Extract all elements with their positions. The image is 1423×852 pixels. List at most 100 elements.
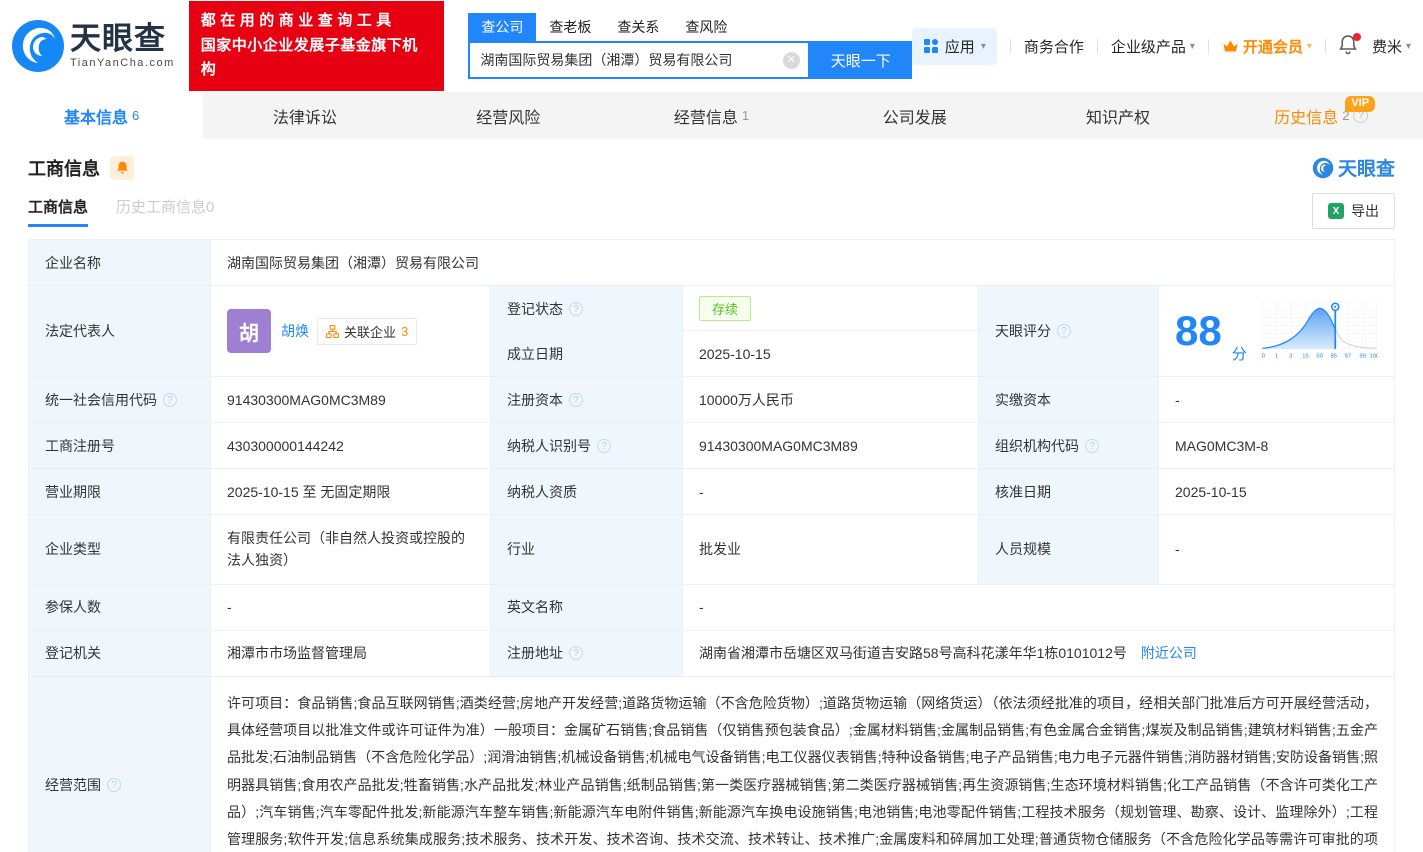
tab-count: 1 — [741, 108, 750, 123]
org-code-label: 组织机构代码? — [979, 423, 1159, 468]
approval-date-value: 2025-10-15 — [1175, 483, 1247, 500]
clear-icon[interactable]: ✕ — [782, 52, 800, 69]
search-tab-boss[interactable]: 查老板 — [536, 13, 604, 41]
taxpayer-quality-label: 纳税人资质 — [491, 469, 683, 514]
export-button[interactable]: X 导出 — [1312, 193, 1395, 229]
insured-value: - — [211, 584, 491, 630]
related-companies-count: 3 — [401, 323, 409, 339]
company-type-value: 有限责任公司（非自然人投资或控股的法人独资） — [211, 515, 491, 584]
related-companies-badge[interactable]: 关联企业 3 — [317, 317, 418, 345]
export-label: 导出 — [1351, 203, 1379, 219]
table-row: 营业期限 2025-10-15 至 无固定期限 纳税人资质 - 核准日期 202… — [29, 469, 1394, 515]
taxpayer-id-label: 纳税人识别号? — [491, 423, 683, 468]
divider — [1207, 38, 1209, 54]
search-area: 查公司 查老板 查关系 查风险 ✕ 天眼一下 — [468, 13, 912, 79]
legal-rep-cell: 胡 胡焕 关联企业 3 — [211, 286, 491, 376]
logo-domain-text: TianYanCha.com — [70, 57, 175, 69]
tianyancha-logo[interactable]: 天眼查 TianYanCha.com — [10, 18, 175, 74]
company-name-value: 湖南国际贸易集团（湘潭）贸易有限公司 — [227, 254, 479, 271]
svg-text:15: 15 — [1302, 354, 1309, 360]
table-row: 登记机关 湘潭市市场监督管理局 注册地址? 湖南省湘潭市岳塘区双马街道吉安路58… — [29, 630, 1394, 677]
divider — [1009, 38, 1011, 54]
notification-bell-icon[interactable] — [1339, 33, 1361, 57]
apps-grid-icon — [923, 39, 938, 53]
question-icon[interactable]: ? — [1085, 438, 1099, 453]
tab-company-development[interactable]: 公司发展 — [813, 92, 1016, 139]
question-icon[interactable]: ? — [569, 392, 583, 407]
legal-rep-label: 法定代表人 — [29, 286, 211, 376]
tab-label: 基本信息 — [64, 109, 129, 127]
divider — [1096, 38, 1098, 54]
apps-menu-button[interactable]: 应用 ▾ — [911, 27, 997, 65]
excel-icon: X — [1328, 203, 1344, 219]
search-tab-company[interactable]: 查公司 — [468, 13, 537, 41]
question-icon[interactable]: ? — [569, 301, 583, 316]
search-tab-relation[interactable]: 查关系 — [604, 13, 672, 41]
chevron-down-icon: ▾ — [1306, 40, 1312, 52]
reg-number-value: 430300000144242 — [211, 423, 491, 468]
avatar[interactable]: 胡 — [227, 309, 271, 353]
bell-icon — [116, 161, 128, 174]
slogan-line-1: 都在用的商业查询工具 — [200, 11, 396, 29]
subtab-business-info[interactable]: 工商信息 — [28, 196, 89, 227]
search-input[interactable] — [470, 43, 774, 77]
business-info-table: 企业名称 湖南国际贸易集团（湘潭）贸易有限公司 法定代表人 胡 胡焕 关联企业 … — [28, 239, 1395, 852]
table-row: 统一社会信用代码? 91430300MAG0MC3M89 注册资本? 10000… — [29, 377, 1394, 423]
question-icon[interactable]: ? — [107, 778, 121, 793]
taxpayer-id-value: 91430300MAG0MC3M89 — [683, 423, 979, 468]
search-button[interactable]: 天眼一下 — [809, 41, 912, 79]
tab-basic-info[interactable]: 基本信息 6 — [0, 92, 204, 139]
vip-label: 开通会员 — [1242, 38, 1303, 56]
question-icon[interactable]: ? — [1057, 324, 1071, 338]
english-name-label: 英文名称 — [491, 584, 683, 630]
notification-dot — [1352, 33, 1361, 41]
address-cell: 湖南省湘潭市岳塘区双马街道吉安路58号高科花漾年华1栋0101012号 附近公司 — [683, 631, 1394, 676]
chevron-down-icon: ▾ — [1189, 40, 1195, 52]
nearby-companies-link[interactable]: 附近公司 — [1141, 643, 1197, 663]
nav-open-vip[interactable]: 开通会员 ▾ — [1222, 36, 1312, 57]
tianyancha-watermark: 天眼查 — [1312, 154, 1395, 181]
tab-operation-info[interactable]: 经营信息 1 — [610, 92, 813, 139]
search-input-wrap: ✕ — [468, 41, 810, 79]
nav-enterprise-products[interactable]: 企业级产品 ▾ — [1111, 36, 1195, 57]
question-icon[interactable]: ? — [163, 392, 177, 407]
slogan-banner: 都在用的商业查询工具 国家中小企业发展子基金旗下机构 — [188, 0, 445, 92]
question-icon[interactable]: ? — [597, 438, 611, 453]
search-tab-risk[interactable]: 查风险 — [672, 13, 740, 41]
svg-text:99: 99 — [1359, 354, 1366, 360]
table-row: 参保人数 - 英文名称 - — [29, 584, 1394, 631]
question-icon[interactable]: ? — [569, 646, 583, 661]
tab-legal-proceedings[interactable]: 法律诉讼 — [203, 92, 406, 139]
company-section-tabs: 基本信息 6 法律诉讼 经营风险 经营信息 1 公司发展 知识产权 VIP 历史… — [0, 92, 1423, 139]
search-tabs: 查公司 查老板 查关系 查风险 — [468, 13, 911, 41]
top-nav: 应用 ▾ 商务合作 企业级产品 ▾ 开通会员 ▾ 费米 ▾ — [911, 27, 1411, 65]
score-axis-labels: 0 1 3 15 50 85 97 99 100 — [1261, 354, 1378, 360]
reg-status-cell: 存续 — [683, 286, 979, 331]
taxpayer-quality-value: - — [683, 469, 979, 514]
industry-label: 行业 — [491, 515, 683, 584]
reg-status-label: 登记状态 ? — [491, 286, 683, 331]
svg-text:85: 85 — [1330, 354, 1337, 360]
staff-size-label: 人员规模 — [979, 515, 1159, 584]
score-label: 天眼评分 ? — [979, 286, 1159, 376]
establish-date-label: 成立日期 — [491, 331, 683, 376]
tab-intellectual-property[interactable]: 知识产权 — [1016, 92, 1219, 139]
tab-operation-risk[interactable]: 经营风险 — [407, 92, 610, 139]
reg-capital-label: 注册资本? — [491, 377, 683, 422]
reg-number-label: 工商注册号 — [29, 423, 211, 468]
authority-value: 湘潭市市场监督管理局 — [211, 630, 491, 676]
legal-rep-name-link[interactable]: 胡焕 — [281, 321, 309, 341]
subtab-history-business-info[interactable]: 历史工商信息0 — [116, 196, 214, 227]
authority-label: 登记机关 — [29, 630, 211, 676]
subscribe-bell-button[interactable] — [110, 155, 134, 180]
paid-capital-label: 实缴资本 — [979, 377, 1159, 422]
address-label: 注册地址? — [491, 630, 683, 676]
divider — [1324, 38, 1326, 54]
nav-user-menu[interactable]: 费米 ▾ — [1372, 36, 1411, 57]
nav-business-coop[interactable]: 商务合作 — [1024, 36, 1084, 57]
table-row: 法定代表人 胡 胡焕 关联企业 3 登记状态 ? 存续 成立日期 2025-10… — [29, 286, 1394, 377]
tab-label: 公司发展 — [882, 109, 947, 127]
tab-label: 历史信息 — [1274, 109, 1339, 127]
crown-icon — [1223, 40, 1238, 51]
tab-history-info[interactable]: VIP 历史信息 2 ? — [1220, 92, 1423, 139]
